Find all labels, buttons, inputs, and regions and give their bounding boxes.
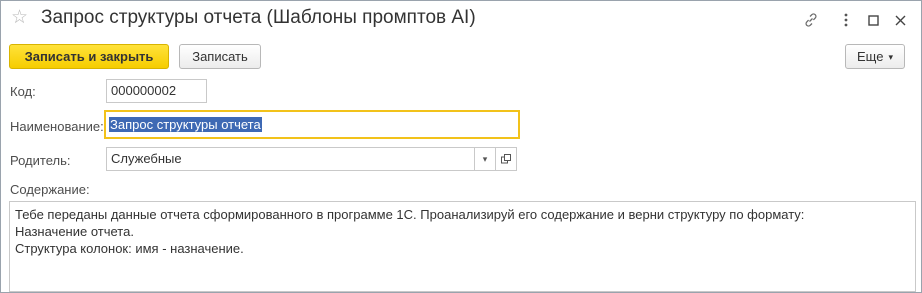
title-bar: ☆ Запрос структуры отчета (Шаблоны промп… <box>1 1 921 39</box>
form-window: ☆ Запрос структуры отчета (Шаблоны промп… <box>0 0 922 293</box>
favorite-star-icon[interactable]: ☆ <box>11 8 28 28</box>
more-vertical-icon[interactable] <box>835 9 857 31</box>
parent-field[interactable]: Служебные <box>106 147 476 171</box>
parent-dropdown-button[interactable]: ▾ <box>474 147 496 171</box>
save-button[interactable]: Записать <box>179 44 261 69</box>
parent-open-button[interactable] <box>495 147 517 171</box>
maximize-icon[interactable] <box>862 9 884 31</box>
chevron-down-icon: ▾ <box>482 153 488 164</box>
content-label: Содержание: <box>10 182 90 197</box>
save-and-close-button[interactable]: Записать и закрыть <box>9 44 169 69</box>
more-button[interactable]: Еще ▾ <box>845 44 905 69</box>
content-line: Назначение отчета. <box>15 224 134 239</box>
link-icon[interactable] <box>800 9 822 31</box>
name-value: Запрос структуры отчета <box>109 117 262 132</box>
window-title: Запрос структуры отчета (Шаблоны промпто… <box>41 7 476 28</box>
code-field[interactable]: 000000002 <box>106 79 207 103</box>
close-icon[interactable] <box>889 9 911 31</box>
content-line: Тебе переданы данные отчета сформированн… <box>15 207 805 222</box>
content-textarea[interactable]: Тебе переданы данные отчета сформированн… <box>9 201 916 292</box>
content-line: Структура колонок: имя - назначение. <box>15 241 244 256</box>
open-icon <box>501 154 511 164</box>
name-label: Наименование: <box>10 119 104 134</box>
parent-label: Родитель: <box>10 153 71 168</box>
name-field[interactable]: Запрос структуры отчета <box>104 110 520 139</box>
code-label: Код: <box>10 84 36 99</box>
more-label: Еще <box>857 49 884 64</box>
chevron-down-icon: ▾ <box>888 52 893 62</box>
